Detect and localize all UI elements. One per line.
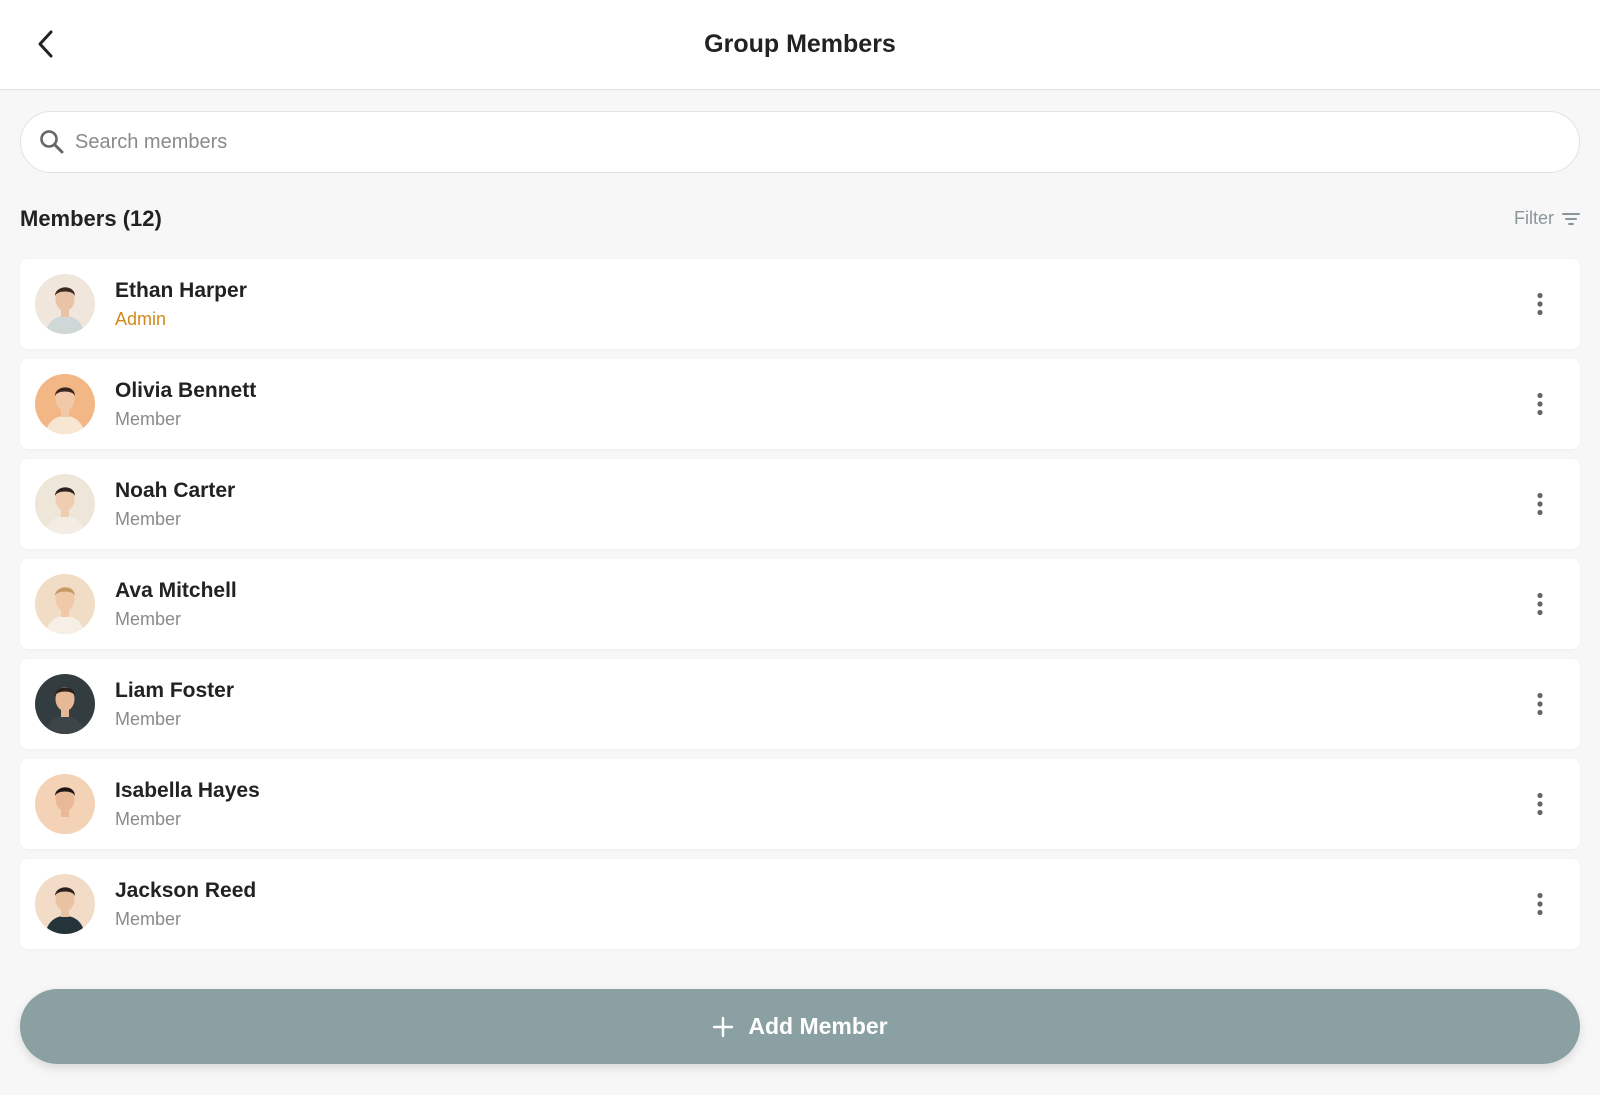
more-vertical-icon [1537, 892, 1543, 916]
plus-icon [713, 1016, 734, 1037]
member-info: Liam Foster Member [115, 679, 234, 730]
avatar [35, 274, 95, 334]
page-title: Group Members [704, 30, 896, 58]
member-options-button[interactable] [1520, 684, 1560, 724]
member-name: Jackson Reed [115, 878, 257, 902]
avatar [35, 474, 95, 534]
member-info: Ava Mitchell Member [115, 579, 237, 630]
member-row[interactable]: Ethan Harper Admin [20, 259, 1580, 349]
avatar [35, 574, 95, 634]
add-member-label: Add Member [748, 1013, 888, 1039]
member-options-button[interactable] [1520, 584, 1560, 624]
more-vertical-icon [1537, 692, 1543, 716]
filter-label: Filter [1514, 208, 1554, 228]
member-options-button[interactable] [1520, 884, 1560, 924]
more-vertical-icon [1537, 792, 1543, 816]
member-options-button[interactable] [1520, 784, 1560, 824]
avatar [35, 374, 95, 434]
member-row[interactable]: Ava Mitchell Member [20, 559, 1580, 649]
member-role: Member [115, 408, 182, 429]
member-info: Olivia Bennett Member [115, 379, 256, 430]
filter-button[interactable]: Filter [1514, 208, 1580, 229]
member-row[interactable]: Jackson Reed Member [20, 859, 1580, 949]
member-row[interactable]: Noah Carter Member [20, 459, 1580, 549]
avatar [35, 774, 95, 834]
member-role: Member [115, 508, 182, 529]
member-name: Noah Carter [115, 478, 236, 502]
avatar [35, 674, 95, 734]
member-info: Jackson Reed Member [115, 879, 256, 930]
members-count-heading: Members (12) [20, 206, 162, 231]
member-name: Ava Mitchell [115, 578, 237, 602]
filter-icon [1562, 212, 1580, 225]
member-info: Ethan Harper Admin [115, 279, 247, 330]
add-member-button[interactable]: Add Member [20, 989, 1580, 1064]
member-info: Noah Carter Member [115, 479, 235, 530]
member-name: Isabella Hayes [115, 778, 260, 802]
member-list: Ethan Harper Admin Olivia Bennett Member Noa… [20, 259, 1580, 959]
group-members-screen: Group Members Members (12) Filter Ethan … [0, 0, 1600, 1105]
search-input[interactable] [75, 122, 1555, 162]
search-icon [39, 129, 65, 155]
member-name: Liam Foster [115, 678, 235, 702]
member-options-button[interactable] [1520, 484, 1560, 524]
avatar [35, 874, 95, 934]
member-role: Member [115, 808, 182, 829]
member-role: Member [115, 908, 182, 929]
member-info: Isabella Hayes Member [115, 779, 260, 830]
member-name: Ethan Harper [115, 278, 247, 302]
more-vertical-icon [1537, 392, 1543, 416]
more-vertical-icon [1537, 492, 1543, 516]
member-row[interactable]: Isabella Hayes Member [20, 759, 1580, 849]
more-vertical-icon [1537, 592, 1543, 616]
member-role: Member [115, 608, 182, 629]
member-role: Admin [115, 308, 167, 329]
member-options-button[interactable] [1520, 284, 1560, 324]
member-role: Member [115, 708, 182, 729]
app-header: Group Members [0, 0, 1600, 90]
member-row[interactable]: Olivia Bennett Member [20, 359, 1580, 449]
member-name: Olivia Bennett [115, 378, 257, 402]
more-vertical-icon [1537, 292, 1543, 316]
member-row[interactable]: Liam Foster Member [20, 659, 1580, 749]
bottom-strip [0, 1095, 1600, 1105]
search-bar[interactable] [20, 111, 1580, 173]
member-options-button[interactable] [1520, 384, 1560, 424]
